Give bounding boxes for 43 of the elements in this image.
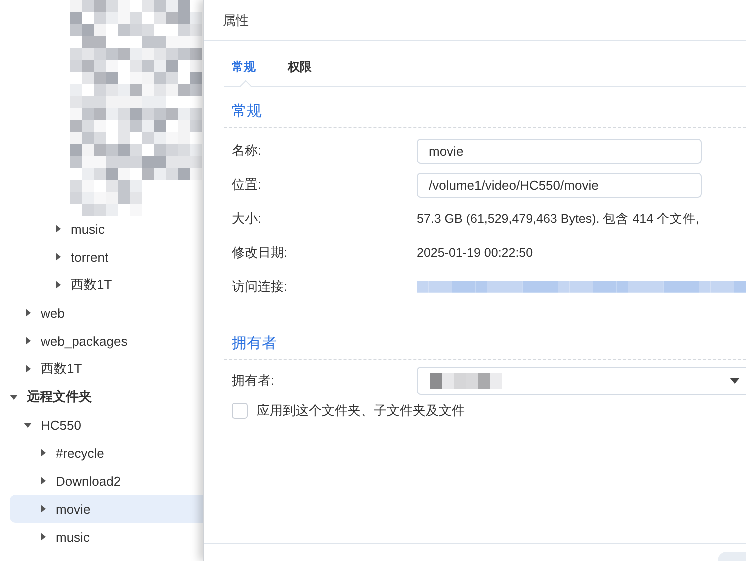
tree-item[interactable]: Download2 bbox=[10, 467, 203, 495]
tree-item[interactable]: 西数1T bbox=[10, 271, 203, 299]
caret-right-icon[interactable] bbox=[39, 477, 47, 485]
field-label: 拥有者: bbox=[232, 372, 276, 390]
tree-item[interactable]: movie bbox=[10, 495, 203, 523]
caret-down-icon[interactable] bbox=[10, 393, 18, 401]
checkbox-label: 应用到这个文件夹、子文件夹及文件 bbox=[257, 402, 465, 420]
caret-right-icon[interactable] bbox=[24, 337, 32, 345]
field-label: 大小: bbox=[232, 210, 263, 228]
field-value: 57.3 GB (61,529,479,463 Bytes). 包含 414 个文件, bbox=[417, 210, 700, 228]
caret-right-icon[interactable] bbox=[39, 505, 47, 513]
pixelated-value bbox=[430, 373, 502, 389]
field-label: 访问连接: bbox=[232, 278, 289, 296]
tab[interactable]: 常规 bbox=[224, 59, 256, 86]
tree-item[interactable]: 远程文件夹 bbox=[10, 383, 203, 411]
input-field[interactable]: /volume1/video/HC550/movie bbox=[417, 172, 702, 198]
caret-right-icon[interactable] bbox=[39, 533, 47, 541]
field-value: 2025-01-19 00:22:50 bbox=[417, 246, 534, 260]
input-field[interactable]: movie bbox=[417, 138, 702, 164]
section-heading: 常规 bbox=[232, 102, 262, 121]
section-heading: 拥有者 bbox=[232, 334, 277, 353]
field-label: 位置: bbox=[232, 176, 263, 194]
caret-right-icon[interactable] bbox=[24, 309, 32, 317]
dialog-title: 属性 bbox=[204, 0, 746, 41]
tree-item[interactable]: web bbox=[10, 299, 203, 327]
tree-item[interactable]: music bbox=[10, 523, 203, 551]
caret-right-icon[interactable] bbox=[24, 365, 32, 373]
checkbox[interactable] bbox=[232, 403, 248, 419]
caret-right-icon[interactable] bbox=[54, 281, 62, 289]
caret-right-icon[interactable] bbox=[39, 449, 47, 457]
tree-item[interactable]: 西数1T bbox=[10, 355, 203, 383]
tree-item[interactable]: web_packages bbox=[10, 327, 203, 355]
field-label: 修改日期: bbox=[232, 244, 289, 262]
caret-right-icon[interactable] bbox=[54, 225, 62, 233]
tree-item[interactable]: music bbox=[10, 215, 203, 243]
field-label: 名称: bbox=[232, 142, 263, 160]
tab[interactable]: 权限 bbox=[280, 59, 312, 86]
caret-right-icon[interactable] bbox=[54, 253, 62, 261]
tree-item[interactable]: torrent bbox=[10, 243, 203, 271]
tree-item[interactable]: HC550 bbox=[10, 411, 203, 439]
caret-down-icon[interactable] bbox=[24, 421, 32, 429]
tree-item[interactable]: #recycle bbox=[10, 439, 203, 467]
caret-down-icon[interactable] bbox=[730, 378, 740, 384]
